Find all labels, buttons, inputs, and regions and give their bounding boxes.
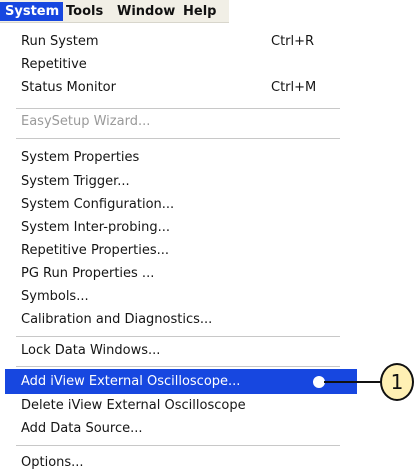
menu-item-calibration-diagnostics[interactable]: Calibration and Diagnostics... — [5, 307, 357, 332]
menu-item-label: System Inter-probing... — [21, 220, 170, 235]
menu-separator — [16, 336, 340, 337]
menu-item-system-inter-probing[interactable]: System Inter-probing... — [5, 215, 357, 240]
menu-tools[interactable]: Tools — [66, 3, 103, 20]
menu-separator — [16, 366, 340, 367]
menu-item-shortcut: Ctrl+M — [271, 80, 317, 95]
menu-item-shortcut: Ctrl+R — [271, 34, 315, 49]
menu-item-label: Status Monitor — [21, 80, 116, 95]
menu-item-label: System Properties — [21, 150, 140, 165]
menu-item-add-data-source[interactable]: Add Data Source... — [5, 416, 357, 441]
menu-item-label: Delete iView External Oscilloscope — [21, 398, 246, 413]
menu-help[interactable]: Help — [183, 3, 216, 20]
menu-item-easysetup-wizard: EasySetup Wizard... — [5, 109, 357, 134]
menu-item-repetitive[interactable]: Repetitive — [5, 52, 357, 77]
system-menu-dropdown: Run System Ctrl+R Repetitive Status Moni… — [5, 23, 357, 472]
menu-item-label: Options... — [21, 455, 84, 470]
menu-item-label: Add iView External Oscilloscope... — [21, 374, 241, 389]
callout-leader-line — [324, 381, 383, 383]
menu-separator — [16, 138, 340, 139]
menu-item-label: Run System — [21, 34, 99, 49]
menu-item-lock-data-windows[interactable]: Lock Data Windows... — [5, 338, 357, 363]
menu-item-label: Calibration and Diagnostics... — [21, 312, 213, 327]
menu-system[interactable]: System — [0, 2, 64, 21]
menu-window[interactable]: Window — [117, 3, 175, 20]
menu-separator — [16, 445, 340, 446]
menu-item-label: Repetitive Properties... — [21, 243, 170, 258]
menu-item-status-monitor[interactable]: Status Monitor Ctrl+M — [5, 75, 357, 100]
menu-item-label: Repetitive — [21, 57, 87, 72]
menu-item-system-trigger[interactable]: System Trigger... — [5, 169, 357, 194]
menu-item-add-iview-external-oscilloscope[interactable]: Add iView External Oscilloscope... — [5, 369, 357, 394]
menu-item-system-configuration[interactable]: System Configuration... — [5, 192, 357, 217]
menu-item-symbols[interactable]: Symbols... — [5, 284, 357, 309]
menu-bar: System Tools Window Help — [0, 0, 229, 23]
menu-item-label: Add Data Source... — [21, 421, 143, 436]
menu-item-label: Symbols... — [21, 289, 89, 304]
menu-item-options[interactable]: Options... — [5, 450, 357, 472]
menu-item-label: System Configuration... — [21, 197, 175, 212]
menu-item-repetitive-properties[interactable]: Repetitive Properties... — [5, 238, 357, 263]
menu-item-pg-run-properties[interactable]: PG Run Properties ... — [5, 261, 357, 286]
menu-item-label: System Trigger... — [21, 174, 130, 189]
menu-item-delete-iview-external-oscilloscope[interactable]: Delete iView External Oscilloscope — [5, 393, 357, 418]
menu-item-run-system[interactable]: Run System Ctrl+R — [5, 29, 357, 54]
menu-item-label: EasySetup Wizard... — [21, 114, 151, 129]
callout-number-badge: 1 — [380, 363, 414, 401]
menu-item-label: PG Run Properties ... — [21, 266, 155, 281]
menu-item-label: Lock Data Windows... — [21, 343, 161, 358]
menu-item-system-properties[interactable]: System Properties — [5, 145, 357, 170]
